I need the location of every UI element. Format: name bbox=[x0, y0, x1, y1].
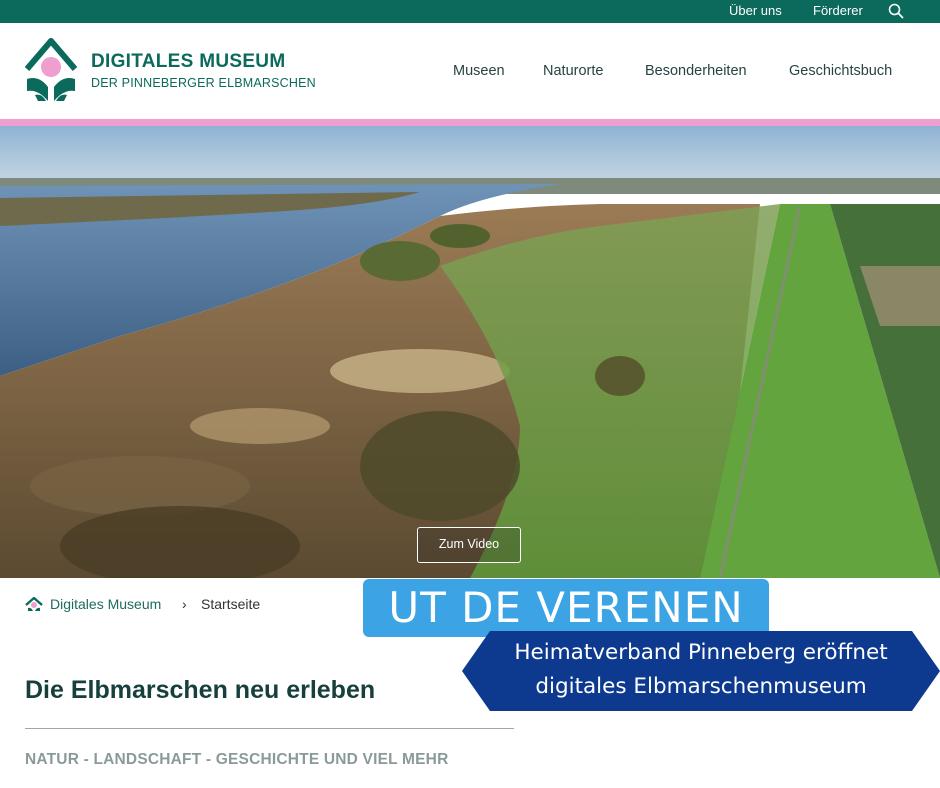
banner-line-1: Heimatverband Pinneberg eröffnet bbox=[514, 640, 888, 665]
headline-divider bbox=[25, 728, 514, 729]
ut-de-verenen-badge: UT DE VERENEN bbox=[363, 579, 769, 637]
aerial-landscape-illustration bbox=[0, 126, 940, 578]
nav-besonderheiten[interactable]: Besonderheiten bbox=[645, 63, 747, 79]
news-banner: Heimatverband Pinneberg eröffnet digital… bbox=[462, 631, 940, 711]
search-icon[interactable] bbox=[888, 3, 904, 19]
museum-logo[interactable] bbox=[22, 35, 80, 105]
breadcrumb-separator: › bbox=[182, 596, 187, 612]
top-utility-bar: Über uns Förderer bbox=[0, 0, 940, 23]
brand-subtitle[interactable]: DER PINNEBERGER ELBMARSCHEN bbox=[91, 76, 316, 90]
brand-title[interactable]: DIGITALES MUSEUM bbox=[91, 51, 285, 73]
breadcrumb-digitales-museum[interactable]: Digitales Museum bbox=[50, 596, 161, 612]
watch-video-button[interactable]: Zum Video bbox=[417, 527, 521, 563]
nav-museen[interactable]: Museen bbox=[453, 63, 505, 79]
nav-geschichtsbuch[interactable]: Geschichtsbuch bbox=[789, 63, 892, 79]
page-subline: NATUR - LANDSCHAFT - GESCHICHTE UND VIEL… bbox=[25, 751, 449, 768]
sponsors-link[interactable]: Förderer bbox=[813, 3, 863, 18]
header-accent-line bbox=[0, 119, 940, 126]
hero-image: Zum Video bbox=[0, 126, 940, 578]
page-headline: Die Elbmarschen neu erleben bbox=[25, 676, 376, 704]
about-link[interactable]: Über uns bbox=[729, 3, 782, 18]
breadcrumb-current-page: Startseite bbox=[201, 596, 261, 612]
nav-naturorte[interactable]: Naturorte bbox=[543, 63, 603, 79]
home-icon[interactable] bbox=[25, 597, 43, 612]
site-header: DIGITALES MUSEUM DER PINNEBERGER ELBMARS… bbox=[0, 23, 940, 119]
banner-line-2: digitales Elbmarschenmuseum bbox=[535, 674, 867, 699]
